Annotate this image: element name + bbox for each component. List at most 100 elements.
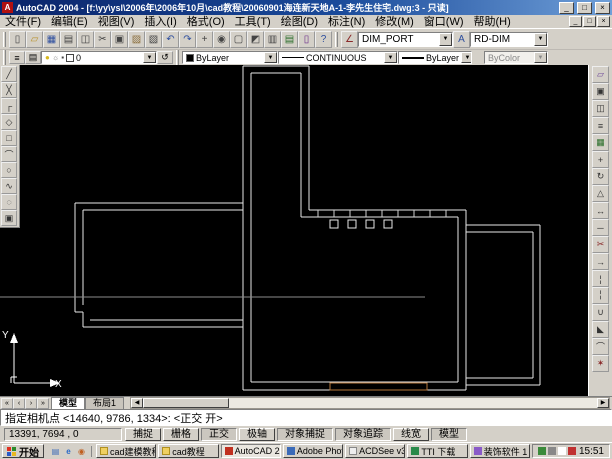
scroll-left-icon[interactable]: ◀ bbox=[131, 398, 143, 408]
menu-item-4[interactable]: 格式(O) bbox=[182, 15, 230, 29]
polyline-button[interactable]: ┌ bbox=[1, 98, 17, 114]
chevron-down-icon[interactable]: ▼ bbox=[534, 33, 547, 46]
break-at-point-button[interactable]: ¦ bbox=[592, 270, 609, 287]
toggle-grid[interactable]: 栅格 bbox=[163, 428, 199, 441]
rectangle-button[interactable]: □ bbox=[1, 130, 17, 146]
toggle-snap[interactable]: 捕捉 bbox=[125, 428, 161, 441]
help-button[interactable]: ? bbox=[315, 31, 332, 48]
linetype-select[interactable]: CONTINUOUS ▼ bbox=[278, 51, 398, 64]
join-button[interactable]: ∪ bbox=[592, 304, 609, 321]
drawing-area[interactable]: Y X ╱╳┌◇□⌒○∿◌▣ ▱▣◫≡▦+↻△↔─✂→¦╎∪◣⌒✶ bbox=[0, 65, 612, 396]
designcenter-button[interactable]: ▤ bbox=[281, 31, 298, 48]
lengthen-button[interactable]: ─ bbox=[592, 219, 609, 236]
color-select[interactable]: ByLayer ▼ bbox=[182, 51, 278, 64]
task-tti-download[interactable]: TTI 下载 bbox=[407, 444, 467, 458]
zoom-previous-button[interactable]: ◩ bbox=[247, 31, 264, 48]
layer-select[interactable]: ● ☼ ▪ 0 ▼ bbox=[41, 51, 157, 64]
tab-layout1[interactable]: 布局1 bbox=[85, 397, 124, 409]
chevron-down-icon[interactable]: ▼ bbox=[461, 52, 472, 63]
menu-item-1[interactable]: 编辑(E) bbox=[46, 15, 93, 29]
text-style-button[interactable]: A bbox=[453, 31, 470, 48]
toolbar-grip[interactable] bbox=[3, 32, 6, 47]
save-file-button[interactable]: ▦ bbox=[43, 31, 60, 48]
tab-nav-0[interactable]: « bbox=[1, 398, 13, 409]
task-folder-cad-jianmo[interactable]: cad建模教程 bbox=[96, 444, 156, 458]
scrollbar-thumb[interactable] bbox=[143, 398, 229, 408]
toggle-otrack[interactable]: 对象追踪 bbox=[335, 428, 391, 441]
fillet-button[interactable]: ⌒ bbox=[592, 338, 609, 355]
media-player-icon[interactable]: ◉ bbox=[76, 446, 87, 457]
network-status-icon[interactable] bbox=[538, 447, 546, 455]
redo-button[interactable]: ↷ bbox=[179, 31, 196, 48]
close-button[interactable]: × bbox=[595, 2, 610, 14]
tab-nav-1[interactable]: ‹ bbox=[13, 398, 25, 409]
menu-item-9[interactable]: 窗口(W) bbox=[419, 15, 469, 29]
toolbar-grip[interactable] bbox=[3, 50, 6, 65]
chevron-down-icon[interactable]: ▼ bbox=[384, 52, 397, 63]
arc-button[interactable]: ⌒ bbox=[1, 146, 17, 162]
layer-states-button[interactable]: ▤ bbox=[25, 51, 41, 64]
toolbar-grip[interactable] bbox=[335, 32, 338, 47]
toggle-model[interactable]: 模型 bbox=[431, 428, 467, 441]
menu-item-8[interactable]: 修改(M) bbox=[370, 15, 419, 29]
paste-button[interactable]: ▨ bbox=[128, 31, 145, 48]
chamfer-button[interactable]: ◣ bbox=[592, 321, 609, 338]
menu-item-0[interactable]: 文件(F) bbox=[0, 15, 46, 29]
layer-manager-button[interactable]: ≡ bbox=[9, 51, 25, 64]
task-autocad[interactable]: AutoCAD 200... bbox=[221, 444, 281, 458]
doc-close-button[interactable]: × bbox=[597, 16, 610, 27]
task-acdsee[interactable]: ACDSee v3.1... bbox=[345, 444, 405, 458]
spline-button[interactable]: ∿ bbox=[1, 178, 17, 194]
plot-style-select[interactable]: ByColor ▼ bbox=[484, 51, 548, 64]
tab-nav-2[interactable]: › bbox=[25, 398, 37, 409]
toggle-osnap[interactable]: 对象捕捉 bbox=[277, 428, 333, 441]
undo-button[interactable]: ↶ bbox=[162, 31, 179, 48]
chevron-down-icon[interactable]: ▼ bbox=[439, 33, 452, 46]
toggle-polar[interactable]: 极轴 bbox=[239, 428, 275, 441]
array-button[interactable]: ▦ bbox=[592, 134, 609, 151]
dim-style-button[interactable]: ∠ bbox=[341, 31, 358, 48]
cut-button[interactable]: ✂ bbox=[94, 31, 111, 48]
start-button[interactable]: 开始 bbox=[2, 444, 44, 458]
line-button[interactable]: ╱ bbox=[1, 66, 17, 82]
insert-block-button[interactable]: ▣ bbox=[1, 210, 17, 226]
tab-nav-3[interactable]: » bbox=[37, 398, 49, 409]
dim-style-select[interactable]: DIM_PORT ▼ bbox=[358, 32, 453, 47]
scale-button[interactable]: △ bbox=[592, 185, 609, 202]
menu-item-2[interactable]: 视图(V) bbox=[93, 15, 140, 29]
toolbar-grip[interactable] bbox=[176, 50, 179, 65]
menu-item-6[interactable]: 绘图(D) bbox=[276, 15, 323, 29]
stretch-button[interactable]: ↔ bbox=[592, 202, 609, 219]
tab-model[interactable]: 模型 bbox=[51, 397, 85, 409]
toggle-ortho[interactable]: 正交 bbox=[201, 428, 237, 441]
ellipse-button[interactable]: ◌ bbox=[1, 194, 17, 210]
scrollbar-track[interactable] bbox=[229, 398, 597, 408]
copy-button[interactable]: ▣ bbox=[111, 31, 128, 48]
tool-palettes-button[interactable]: ▯ bbox=[298, 31, 315, 48]
toggle-lineweight[interactable]: 线宽 bbox=[393, 428, 429, 441]
circle-button[interactable]: ○ bbox=[1, 162, 17, 178]
plot-button[interactable]: ▤ bbox=[60, 31, 77, 48]
task-photoshop[interactable]: Adobe Photo... bbox=[283, 444, 343, 458]
coordinate-readout[interactable]: 13391, 7694 , 0 bbox=[4, 428, 122, 441]
match-properties-button[interactable]: ▧ bbox=[145, 31, 162, 48]
polygon-button[interactable]: ◇ bbox=[1, 114, 17, 130]
construction-line-button[interactable]: ╳ bbox=[1, 82, 17, 98]
volume-icon[interactable] bbox=[548, 447, 556, 455]
doc-minimize-button[interactable]: _ bbox=[569, 16, 582, 27]
rotate-button[interactable]: ↻ bbox=[592, 168, 609, 185]
text-style-select[interactable]: RD-DIM ▼ bbox=[470, 32, 548, 47]
trim-button[interactable]: ✂ bbox=[592, 236, 609, 253]
plot-preview-button[interactable]: ◫ bbox=[77, 31, 94, 48]
zoom-window-button[interactable]: ▢ bbox=[230, 31, 247, 48]
new-file-button[interactable]: ▯ bbox=[9, 31, 26, 48]
restore-button[interactable]: □ bbox=[577, 2, 592, 14]
break-button[interactable]: ╎ bbox=[592, 287, 609, 304]
internet-explorer-icon[interactable]: e bbox=[63, 446, 74, 457]
doc-restore-button[interactable]: □ bbox=[583, 16, 596, 27]
layer-previous-button[interactable]: ↺ bbox=[157, 51, 173, 64]
show-desktop-icon[interactable]: ▤ bbox=[50, 446, 61, 457]
menu-item-5[interactable]: 工具(T) bbox=[230, 15, 276, 29]
pan-button[interactable]: + bbox=[196, 31, 213, 48]
scroll-right-icon[interactable]: ▶ bbox=[597, 398, 609, 408]
